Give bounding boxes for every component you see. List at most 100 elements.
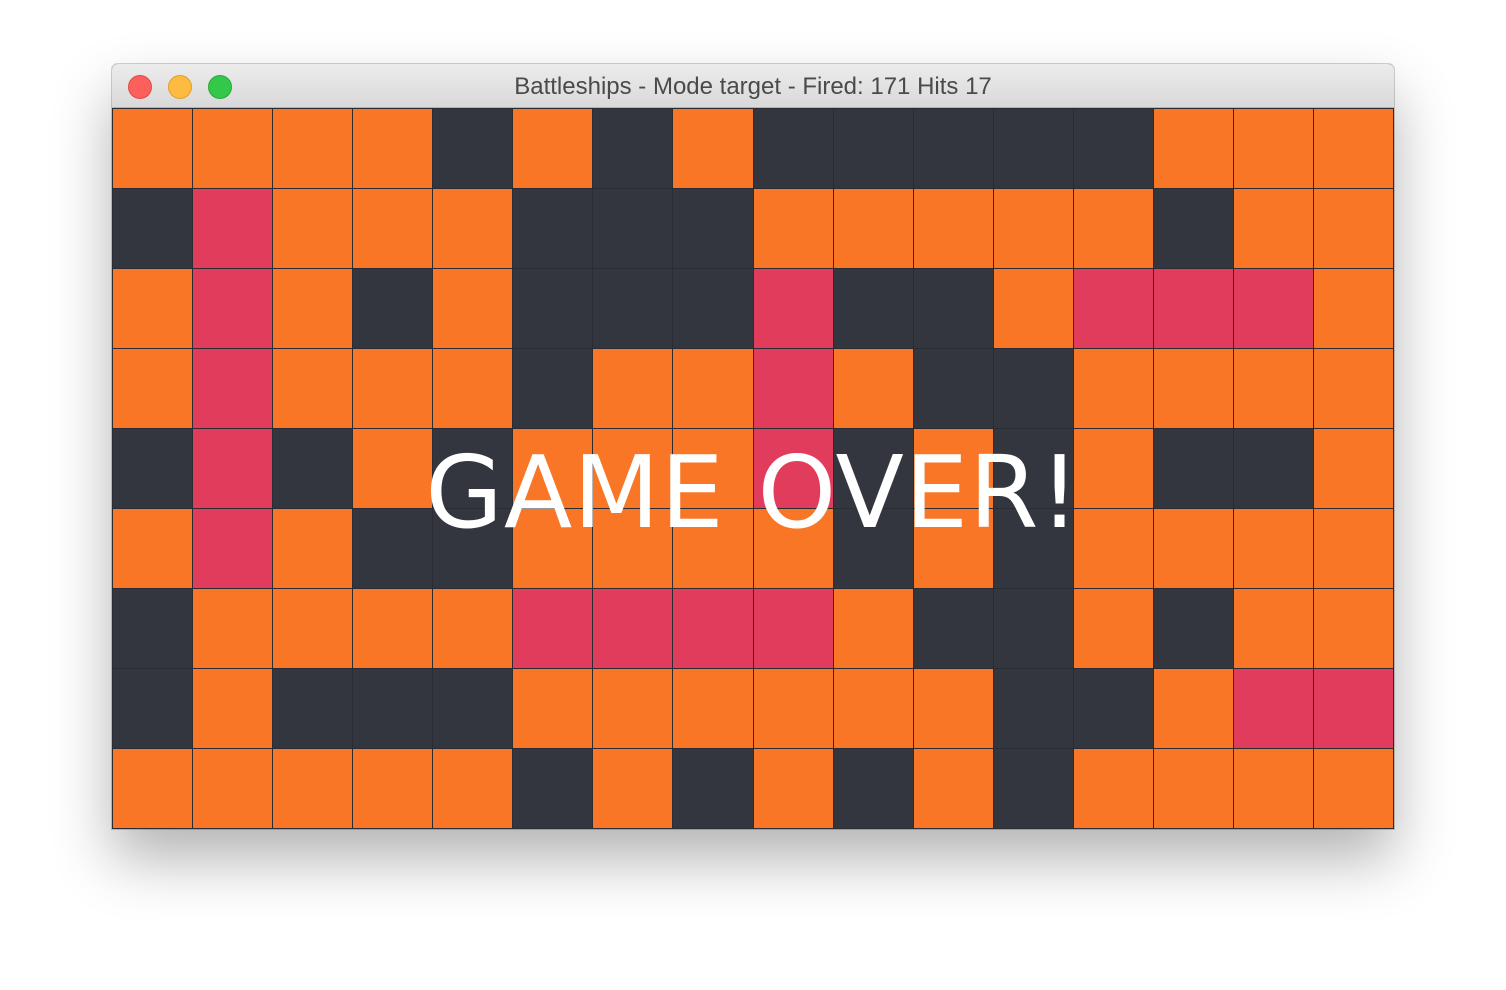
board-cell-miss[interactable] <box>433 349 513 428</box>
board-cell-miss[interactable] <box>273 509 353 588</box>
board-cell-unknown[interactable] <box>913 349 993 428</box>
board-cell-miss[interactable] <box>1073 349 1153 428</box>
board-cell-hit[interactable] <box>673 589 753 668</box>
board-cell-miss[interactable] <box>513 509 593 588</box>
board-cell-miss[interactable] <box>673 109 753 188</box>
board-cell-miss[interactable] <box>273 109 353 188</box>
board-cell-miss[interactable] <box>1233 189 1313 268</box>
board-cell-miss[interactable] <box>1073 429 1153 508</box>
board-cell-unknown[interactable] <box>993 349 1073 428</box>
board-cell-miss[interactable] <box>593 349 673 428</box>
board-cell-unknown[interactable] <box>353 509 433 588</box>
board-cell-hit[interactable] <box>193 349 273 428</box>
board-cell-miss[interactable] <box>1233 109 1313 188</box>
board-cell-miss[interactable] <box>113 349 193 428</box>
board-cell-unknown[interactable] <box>433 509 513 588</box>
board-cell-hit[interactable] <box>193 509 273 588</box>
board-cell-miss[interactable] <box>593 749 673 828</box>
board-cell-unknown[interactable] <box>993 509 1073 588</box>
board-cell-miss[interactable] <box>273 269 353 348</box>
board-cell-miss[interactable] <box>1313 509 1393 588</box>
board-cell-miss[interactable] <box>433 189 513 268</box>
board-cell-hit[interactable] <box>193 269 273 348</box>
title-bar[interactable]: Battleships - Mode target - Fired: 171 H… <box>112 64 1394 108</box>
board-cell-unknown[interactable] <box>353 269 433 348</box>
board-cell-hit[interactable] <box>1153 269 1233 348</box>
board-cell-miss[interactable] <box>833 189 913 268</box>
board-cell-hit[interactable] <box>193 189 273 268</box>
board-cell-unknown[interactable] <box>1153 589 1233 668</box>
board-cell-unknown[interactable] <box>993 749 1073 828</box>
board-cell-miss[interactable] <box>273 189 353 268</box>
board-cell-unknown[interactable] <box>913 589 993 668</box>
board-cell-unknown[interactable] <box>673 189 753 268</box>
board-cell-miss[interactable] <box>1313 189 1393 268</box>
board-cell-unknown[interactable] <box>113 669 193 748</box>
board-cell-hit[interactable] <box>193 429 273 508</box>
board-cell-miss[interactable] <box>1233 589 1313 668</box>
board-cell-unknown[interactable] <box>753 109 833 188</box>
board-cell-miss[interactable] <box>353 589 433 668</box>
board-cell-miss[interactable] <box>993 189 1073 268</box>
board-cell-miss[interactable] <box>833 589 913 668</box>
board-cell-unknown[interactable] <box>513 349 593 428</box>
board-cell-miss[interactable] <box>353 349 433 428</box>
board-cell-miss[interactable] <box>1073 749 1153 828</box>
board-cell-miss[interactable] <box>1073 509 1153 588</box>
board-cell-miss[interactable] <box>433 269 513 348</box>
board-cell-miss[interactable] <box>1153 669 1233 748</box>
board-cell-miss[interactable] <box>113 109 193 188</box>
board-cell-miss[interactable] <box>513 669 593 748</box>
board-cell-miss[interactable] <box>113 509 193 588</box>
board-cell-miss[interactable] <box>273 589 353 668</box>
board-cell-unknown[interactable] <box>833 429 913 508</box>
board-cell-miss[interactable] <box>1313 589 1393 668</box>
board-cell-unknown[interactable] <box>993 669 1073 748</box>
board-cell-miss[interactable] <box>593 669 673 748</box>
board-cell-miss[interactable] <box>673 349 753 428</box>
board-cell-unknown[interactable] <box>1153 189 1233 268</box>
board-cell-hit[interactable] <box>1233 669 1313 748</box>
board-cell-miss[interactable] <box>833 669 913 748</box>
board-cell-miss[interactable] <box>193 589 273 668</box>
board-cell-miss[interactable] <box>1153 349 1233 428</box>
board-cell-miss[interactable] <box>193 749 273 828</box>
board-cell-miss[interactable] <box>993 269 1073 348</box>
board-cell-unknown[interactable] <box>673 269 753 348</box>
board-cell-miss[interactable] <box>673 509 753 588</box>
board-cell-unknown[interactable] <box>993 109 1073 188</box>
board-cell-miss[interactable] <box>113 269 193 348</box>
board-cell-miss[interactable] <box>913 429 993 508</box>
board-cell-miss[interactable] <box>1073 589 1153 668</box>
board-cell-hit[interactable] <box>1233 269 1313 348</box>
board-cell-miss[interactable] <box>1153 509 1233 588</box>
board-cell-unknown[interactable] <box>993 589 1073 668</box>
board-cell-unknown[interactable] <box>433 429 513 508</box>
board-cell-miss[interactable] <box>433 589 513 668</box>
board-cell-unknown[interactable] <box>1073 109 1153 188</box>
board-cell-miss[interactable] <box>193 109 273 188</box>
board-cell-hit[interactable] <box>753 349 833 428</box>
board-cell-miss[interactable] <box>593 429 673 508</box>
board-cell-hit[interactable] <box>1073 269 1153 348</box>
board-cell-unknown[interactable] <box>433 669 513 748</box>
board-cell-miss[interactable] <box>353 429 433 508</box>
board-cell-miss[interactable] <box>913 669 993 748</box>
board-cell-miss[interactable] <box>833 349 913 428</box>
board-cell-unknown[interactable] <box>1153 429 1233 508</box>
board-cell-miss[interactable] <box>513 109 593 188</box>
board-cell-hit[interactable] <box>753 269 833 348</box>
board-cell-hit[interactable] <box>593 589 673 668</box>
board-cell-miss[interactable] <box>673 429 753 508</box>
board-cell-hit[interactable] <box>753 429 833 508</box>
board-cell-miss[interactable] <box>673 669 753 748</box>
board-cell-unknown[interactable] <box>593 269 673 348</box>
board-cell-miss[interactable] <box>1313 349 1393 428</box>
board-cell-unknown[interactable] <box>113 589 193 668</box>
board-cell-miss[interactable] <box>513 429 593 508</box>
board-cell-unknown[interactable] <box>353 669 433 748</box>
board-cell-miss[interactable] <box>1233 509 1313 588</box>
board-cell-miss[interactable] <box>1313 109 1393 188</box>
board-cell-miss[interactable] <box>753 509 833 588</box>
board-cell-unknown[interactable] <box>673 749 753 828</box>
